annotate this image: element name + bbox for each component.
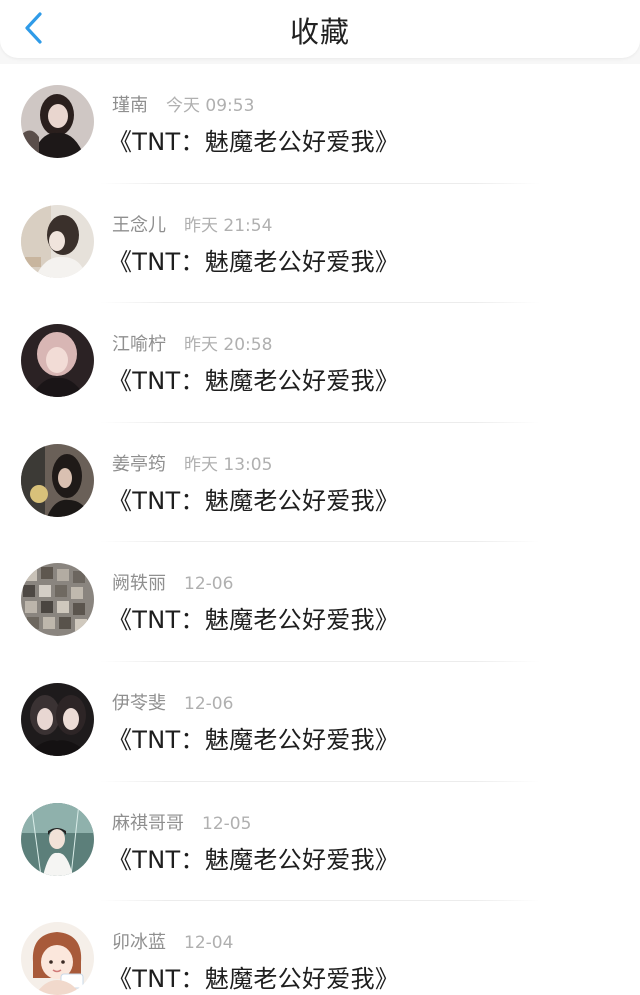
item-title: 《TNT：魅魔老公好爱我》 — [108, 486, 400, 515]
favorites-page: 收藏 瑾南 今天 09:53 《TNT：魅魔老公好爱我》 王念儿 昨天 21:5… — [0, 0, 640, 995]
list-item[interactable]: 瑾南 今天 09:53 《TNT：魅魔老公好爱我》 — [0, 64, 640, 184]
list-item[interactable]: 姜亭筠 昨天 13:05 《TNT：魅魔老公好爱我》 — [0, 423, 640, 543]
item-title: 《TNT：魅魔老公好爱我》 — [108, 367, 400, 396]
list-item[interactable]: 阙轶丽 12-06 《TNT：魅魔老公好爱我》 — [0, 542, 640, 662]
item-meta: 瑾南 今天 09:53 — [112, 91, 254, 117]
timestamp: 12-04 — [184, 933, 234, 954]
avatar[interactable] — [21, 204, 94, 278]
author-name: 阙轶丽 — [112, 573, 166, 595]
author-name: 姜亭筠 — [112, 453, 166, 475]
avatar[interactable] — [21, 443, 94, 517]
header-bar: 收藏 — [0, 0, 640, 58]
item-title: 《TNT：魅魔老公好爱我》 — [108, 965, 400, 994]
timestamp: 12-05 — [202, 813, 252, 834]
item-title: 《TNT：魅魔老公好爱我》 — [108, 247, 400, 276]
avatar[interactable] — [21, 922, 94, 995]
list-item[interactable]: 卯冰蓝 12-04 《TNT：魅魔老公好爱我》 — [0, 901, 640, 995]
author-name: 江喻柠 — [112, 334, 166, 356]
favorites-list: 瑾南今天 09:53 《TNT：魅魔老公好爱我》 王念儿昨天 21:54 《 — [0, 64, 640, 995]
author-name: 伊苓斐 — [112, 692, 166, 714]
author-name: 卯冰蓝 — [112, 932, 166, 954]
item-title: 《TNT：魅魔老公好爱我》 — [108, 845, 400, 874]
page-title: 收藏 — [289, 15, 350, 49]
item-meta: 姜亭筠 昨天 13:05 — [112, 450, 272, 476]
item-title: 《TNT：魅魔老公好爱我》 — [108, 725, 400, 754]
item-meta: 伊苓斐 12-06 — [112, 689, 233, 715]
timestamp: 12-06 — [184, 693, 234, 714]
item-meta: 阙轶丽 12-06 — [112, 569, 233, 595]
item-meta: 王念儿 昨天 21:54 — [112, 211, 272, 237]
author-name: 瑾南 — [112, 95, 148, 116]
item-meta: 卯冰蓝 12-04 — [112, 928, 233, 954]
timestamp: 昨天 13:05 — [184, 454, 273, 475]
author-name: 王念儿 — [112, 214, 166, 236]
list-item[interactable]: 江喻柠 昨天 20:58 《TNT：魅魔老公好爱我》 — [0, 303, 640, 423]
timestamp: 昨天 20:58 — [184, 335, 273, 356]
author-name: 麻祺哥哥 — [112, 812, 184, 834]
list-item[interactable]: 伊苓斐 12-06 《TNT：魅魔老公好爱我》 — [0, 662, 640, 782]
list-item[interactable]: 麻祺哥哥 12-05 《TNT：魅魔老公好爱我》 — [0, 782, 640, 902]
item-meta: 江喻柠 昨天 20:58 — [112, 330, 272, 356]
avatar[interactable] — [21, 85, 94, 158]
item-title: 《TNT：魅魔老公好爱我》 — [108, 606, 400, 635]
avatar[interactable] — [21, 324, 94, 398]
timestamp: 昨天 21:54 — [184, 215, 273, 236]
item-meta: 麻祺哥哥 12-05 — [112, 809, 251, 835]
item-title: 《TNT：魅魔老公好爱我》 — [108, 128, 400, 156]
timestamp: 今天 09:53 — [166, 96, 255, 116]
list-item[interactable]: 王念儿 昨天 21:54 《TNT：魅魔老公好爱我》 — [0, 184, 640, 304]
avatar[interactable] — [21, 563, 94, 637]
timestamp: 12-06 — [184, 574, 234, 595]
avatar[interactable] — [21, 682, 94, 756]
avatar[interactable] — [21, 802, 94, 876]
